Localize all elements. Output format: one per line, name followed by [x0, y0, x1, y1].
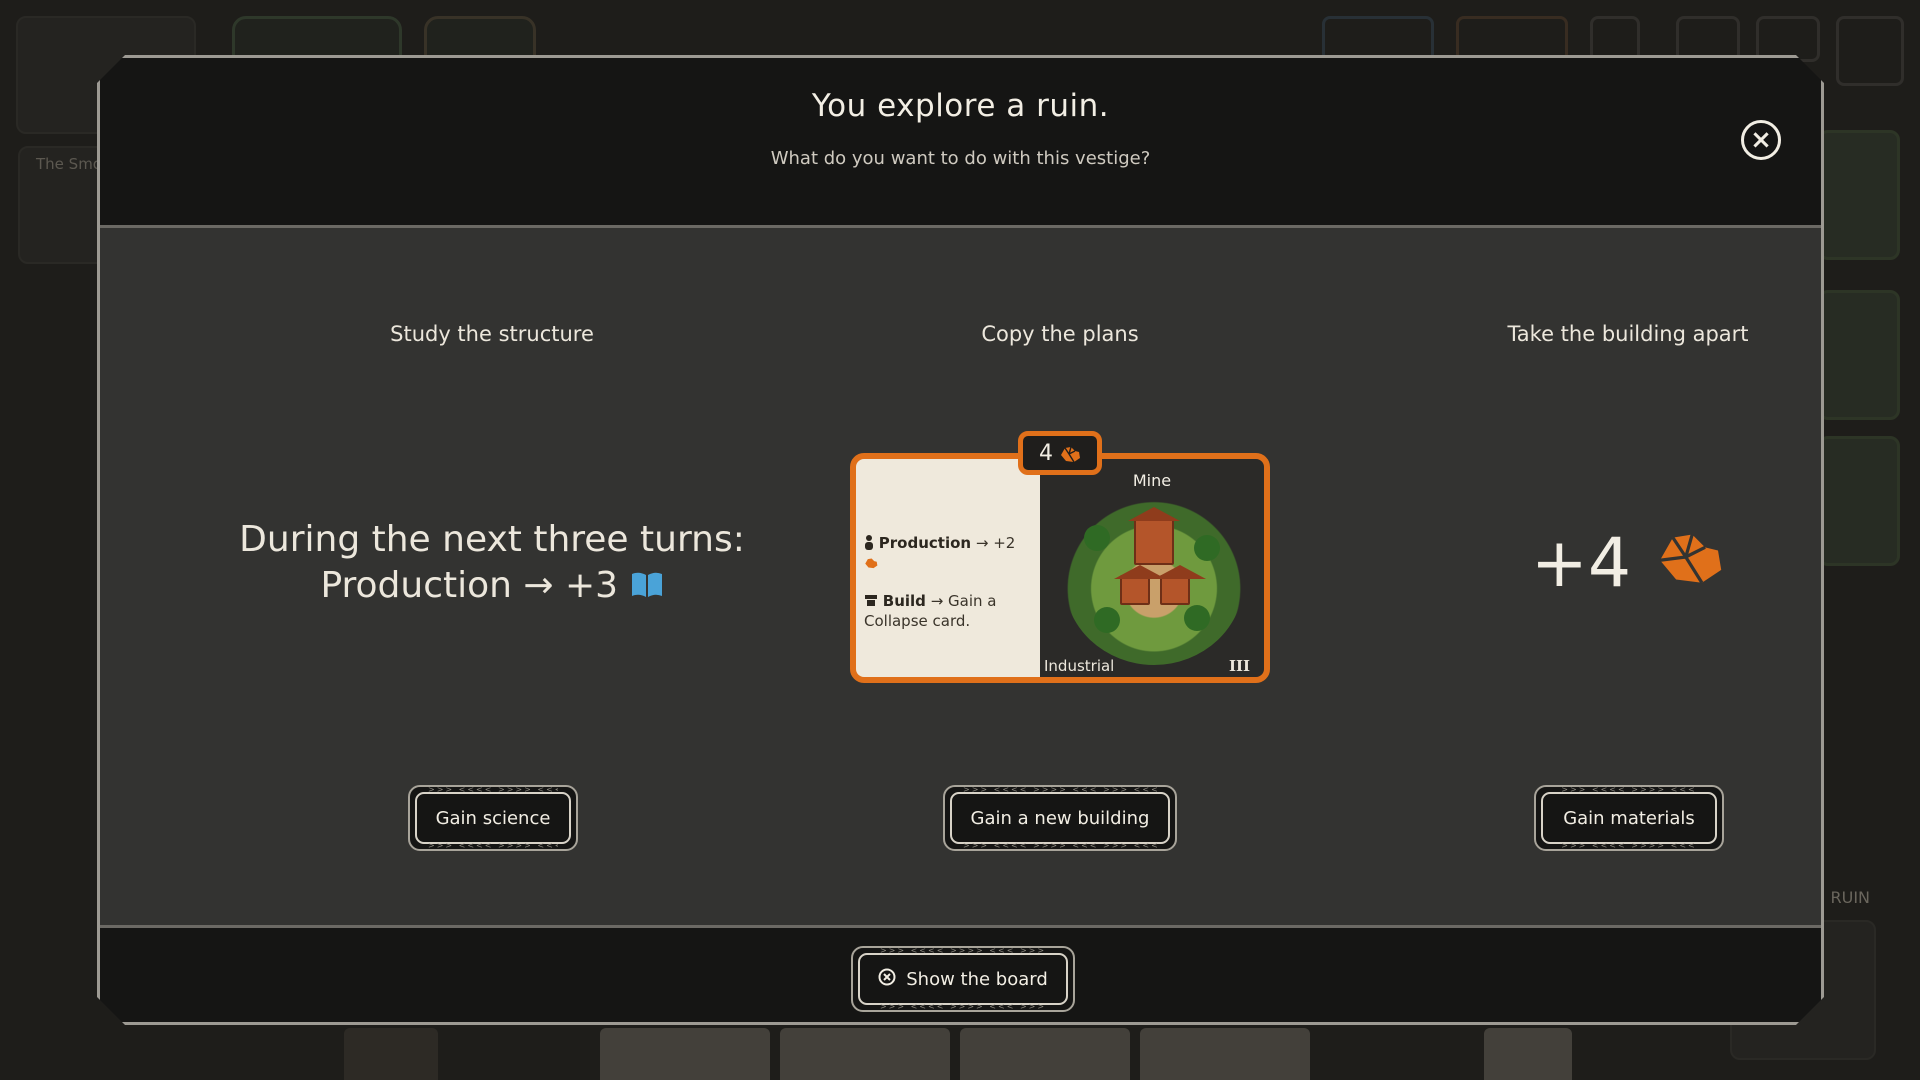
bg-partial-text: The Smo — [36, 155, 102, 173]
modal-title: You explore a ruin. — [811, 88, 1110, 124]
option-content: 4 Production → +2 Build → Gain a Collaps… — [780, 438, 1340, 688]
build-icon — [864, 592, 878, 606]
science-book-icon — [630, 565, 664, 593]
materials-amount: +4 — [1530, 523, 1632, 603]
explore-ruin-modal: You explore a ruin. What do you want to … — [97, 55, 1824, 1025]
build-effect: Build → Gain a Collapse card. — [864, 591, 1032, 631]
modal-header: You explore a ruin. What do you want to … — [100, 58, 1821, 225]
worker-icon — [864, 534, 874, 550]
production-value: → +2 — [975, 534, 1016, 552]
building-cost-badge: 4 — [1018, 431, 1102, 475]
gain-science-button[interactable]: >>> <<<< >>>> <<< >>> <<<< >>>> <<< Gain… — [408, 785, 578, 851]
modal-subtitle: What do you want to do with this vestige… — [770, 148, 1151, 169]
option-content: During the next three turns: Production … — [212, 438, 772, 688]
materials-icon — [1059, 444, 1081, 462]
bg-hand-card — [344, 1028, 438, 1080]
bg-hand-card — [600, 1028, 770, 1080]
materials-reward: +4 — [1531, 524, 1725, 603]
gain-materials-button[interactable]: >>> <<<< >>>> <<< >>> <<<< >>>> <<< Gain… — [1534, 785, 1724, 851]
option-title: Copy the plans — [981, 322, 1139, 346]
option-study: Study the structure During the next thre… — [212, 228, 772, 925]
close-icon: × — [1750, 125, 1772, 155]
production-label: Production — [878, 534, 972, 552]
building-cost-value: 4 — [1039, 440, 1053, 466]
building-card-art-panel: Mine Industrial III — [1040, 459, 1264, 677]
study-effect-line1: During the next three turns: — [239, 519, 745, 560]
mine-illustration — [1064, 495, 1244, 665]
bg-ruin-label: RUIN — [1830, 888, 1870, 907]
materials-icon — [864, 554, 878, 566]
production-effect: Production → +2 — [864, 533, 1032, 573]
bg-hand-card — [1484, 1028, 1572, 1080]
show-board-button[interactable]: >>> <<<< >>>> <<< >>> >>> <<<< >>>> <<< … — [851, 946, 1075, 1012]
option-title: Study the structure — [390, 322, 594, 346]
bg-side-card — [1818, 290, 1900, 420]
bg-hand-card — [1140, 1028, 1310, 1080]
building-type: Industrial — [1044, 657, 1115, 675]
building-era: III — [1228, 657, 1250, 675]
modal-options-area: Study the structure During the next thre… — [100, 225, 1821, 928]
build-label: Build — [882, 592, 926, 610]
bg-hand-card — [780, 1028, 950, 1080]
study-effect-line2: Production → +3 — [320, 565, 619, 606]
materials-icon — [1653, 524, 1725, 603]
option-copy-plans: Copy the plans 4 Production → +2 Build →… — [780, 228, 1340, 925]
bg-side-card — [1818, 436, 1900, 566]
modal-footer: >>> <<<< >>>> <<< >>> >>> <<<< >>>> <<< … — [100, 931, 1821, 1028]
bg-hand-card — [960, 1028, 1130, 1080]
building-card[interactable]: 4 Production → +2 Build → Gain a Collaps… — [850, 443, 1270, 683]
gain-science-label: Gain science — [435, 807, 551, 829]
gain-materials-label: Gain materials — [1563, 807, 1695, 829]
gain-new-building-button[interactable]: >>> <<<< >>>> <<< >>> <<<< >>> <<<< >>>>… — [943, 785, 1177, 851]
building-card-effects: Production → +2 Build → Gain a Collapse … — [856, 459, 1040, 677]
show-board-label: Show the board — [906, 968, 1048, 990]
bg-side-card — [1818, 130, 1900, 260]
building-card-frame: Production → +2 Build → Gain a Collapse … — [850, 453, 1270, 683]
close-circle-icon — [878, 968, 896, 991]
close-button[interactable]: × — [1741, 120, 1781, 160]
bg-houses-button — [1836, 16, 1904, 86]
gain-new-building-label: Gain a new building — [970, 807, 1150, 829]
study-effect-text: During the next three turns: Production … — [239, 517, 745, 609]
